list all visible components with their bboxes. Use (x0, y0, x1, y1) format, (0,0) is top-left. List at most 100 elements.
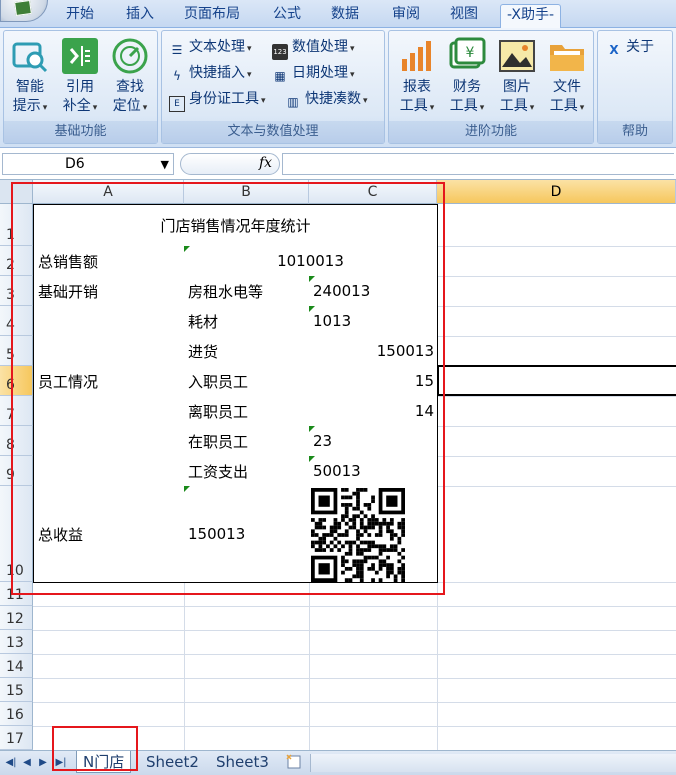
abacus-icon: ▥ (287, 95, 299, 109)
file-tool-button[interactable]: 文件 工具 ▾ (543, 37, 591, 118)
find-locate-label-1: 查找 (116, 79, 144, 95)
calendar-icon: ▦ (274, 69, 286, 83)
image-tool-label-1: 图片 (503, 79, 531, 95)
gridline (33, 702, 676, 703)
highlight-box-sheet-tab (52, 726, 138, 771)
date-process-label: 日期处理 (292, 65, 348, 81)
dropdown-arrow-icon: ▾ (92, 103, 98, 113)
image-tool-button[interactable]: 图片 工具 ▾ (493, 37, 541, 118)
dropdown-arrow-icon: ▾ (479, 103, 485, 113)
finance-tool-button[interactable]: ¥ 财务 工具 ▾ (443, 37, 491, 118)
row-header-15[interactable]: 15 (0, 678, 33, 702)
group-label-basic: 基础功能 (4, 121, 157, 143)
active-cell-d6[interactable] (437, 365, 676, 396)
file-tool-label-2: 工具 (549, 98, 578, 114)
dropdown-arrow-icon: ▾ (579, 103, 585, 113)
ribbon: 智能 提示 ▾ 引用 补全 ▾ 查找 定位 ▾ 基础功能 ☰ 文本处理 ▾ 123 数值处理… (0, 28, 676, 148)
date-process-button[interactable]: ▦ 日期处理 ▾ (272, 62, 355, 84)
find-locate-button[interactable]: 查找 定位 ▾ (106, 37, 154, 118)
next-sheet-icon[interactable]: ▶︎ (36, 756, 50, 770)
about-label: 关于 (626, 39, 654, 55)
group-label-advanced: 进阶功能 (389, 121, 593, 143)
row-header-17[interactable]: 17 (0, 726, 33, 750)
tab-insert[interactable]: 插入 (120, 4, 160, 28)
fx-icon[interactable]: fx (259, 155, 272, 171)
text-lines-icon: ☰ (171, 43, 183, 57)
group-label-text-number: 文本与数值处理 (162, 121, 384, 143)
ref-complete-label-1: 引用 (66, 79, 94, 95)
x-logo-icon: X (609, 43, 619, 57)
tab-x-helper[interactable]: -X助手- (500, 4, 561, 28)
tab-page-layout[interactable]: 页面布局 (178, 4, 246, 28)
gridline (33, 654, 676, 655)
dropdown-arrow-icon: ▾ (247, 70, 252, 80)
formula-controls: fx (180, 153, 280, 175)
ref-complete-icon (60, 37, 100, 75)
name-box[interactable]: D6 ▼ (2, 153, 174, 175)
dropdown-arrow-icon: ▾ (261, 96, 266, 106)
finance-tool-label-1: 财务 (453, 79, 481, 95)
spreadsheet-grid: A B C D 1 2 3 4 5 6 7 8 9 10 11 12 13 14… (0, 180, 676, 750)
smart-hint-button[interactable]: 智能 提示 ▾ (6, 37, 54, 118)
sheet-tab-sheet2[interactable]: Sheet2 (140, 751, 205, 773)
bar-chart-icon (397, 37, 437, 75)
group-label-help: 帮助 (598, 121, 672, 143)
row-header-12[interactable]: 12 (0, 606, 33, 630)
report-tool-label-2: 工具 (399, 98, 428, 114)
smart-hint-label-1: 智能 (16, 79, 44, 95)
office-button[interactable] (0, 0, 48, 22)
report-tool-button[interactable]: 报表 工具 ▾ (393, 37, 441, 118)
number-process-button[interactable]: 123 数值处理 ▾ (272, 36, 355, 60)
ribbon-tab-bar: 开始 插入 页面布局 公式 数据 审阅 视图 -X助手- (0, 0, 676, 28)
first-sheet-icon[interactable]: ◀︎| (4, 756, 18, 770)
smart-hint-icon (10, 37, 50, 75)
ref-complete-label-2: 补全 (62, 98, 91, 114)
gridline (33, 678, 676, 679)
text-process-button[interactable]: ☰ 文本处理 ▾ (169, 36, 252, 58)
formula-input[interactable] (282, 153, 674, 175)
quick-sum-button[interactable]: ▥ 快捷凑数 ▾ (285, 88, 368, 110)
number-123-icon: 123 (272, 44, 288, 60)
dropdown-arrow-icon: ▾ (350, 70, 355, 80)
excel-logo-icon (14, 0, 32, 17)
dropdown-arrow-icon: ▾ (363, 96, 368, 106)
tab-view[interactable]: 视图 (444, 4, 484, 28)
row-header-16[interactable]: 16 (0, 702, 33, 726)
chevron-down-icon[interactable]: ▼ (161, 155, 169, 175)
insert-sheet-icon[interactable] (284, 754, 306, 770)
text-process-label: 文本处理 (189, 39, 245, 55)
row-header-13[interactable]: 13 (0, 630, 33, 654)
smart-hint-label-2: 提示 (12, 98, 41, 114)
tab-formulas[interactable]: 公式 (267, 4, 307, 28)
tab-review[interactable]: 审阅 (386, 4, 426, 28)
quick-insert-button[interactable]: ϟ 快捷插入 ▾ (169, 62, 252, 84)
dropdown-arrow-icon: ▾ (142, 103, 148, 113)
svg-text:¥: ¥ (466, 45, 475, 61)
sheet-tab-sheet3[interactable]: Sheet3 (210, 751, 275, 773)
tab-data[interactable]: 数据 (325, 4, 365, 28)
prev-sheet-icon[interactable]: ◀︎ (20, 756, 34, 770)
row-header-14[interactable]: 14 (0, 654, 33, 678)
quick-sum-label: 快捷凑数 (305, 91, 361, 107)
number-process-label: 数值处理 (292, 39, 348, 55)
tab-home[interactable]: 开始 (60, 4, 100, 28)
group-help: X 关于 帮助 (597, 30, 673, 144)
lightning-icon: ϟ (173, 69, 181, 83)
group-basic-functions: 智能 提示 ▾ 引用 补全 ▾ 查找 定位 ▾ 基础功能 (3, 30, 158, 144)
horizontal-scrollbar[interactable] (310, 754, 676, 772)
quick-insert-label: 快捷插入 (189, 65, 245, 81)
find-locate-icon (110, 37, 150, 75)
column-header-d[interactable]: D (437, 180, 676, 204)
dropdown-arrow-icon: ▾ (350, 44, 355, 54)
id-card-tool-button[interactable]: E 身份证工具 ▾ (169, 88, 266, 112)
ref-complete-button[interactable]: 引用 补全 ▾ (56, 37, 104, 118)
name-box-value: D6 (65, 156, 85, 172)
finance-icon: ¥ (447, 37, 487, 75)
about-button[interactable]: X 关于 (606, 36, 654, 58)
image-icon (497, 37, 537, 75)
gridline (33, 606, 676, 607)
gridline (33, 630, 676, 631)
find-locate-label-2: 定位 (112, 98, 141, 114)
id-card-tool-label: 身份证工具 (189, 91, 259, 107)
dropdown-arrow-icon: ▾ (42, 103, 48, 113)
